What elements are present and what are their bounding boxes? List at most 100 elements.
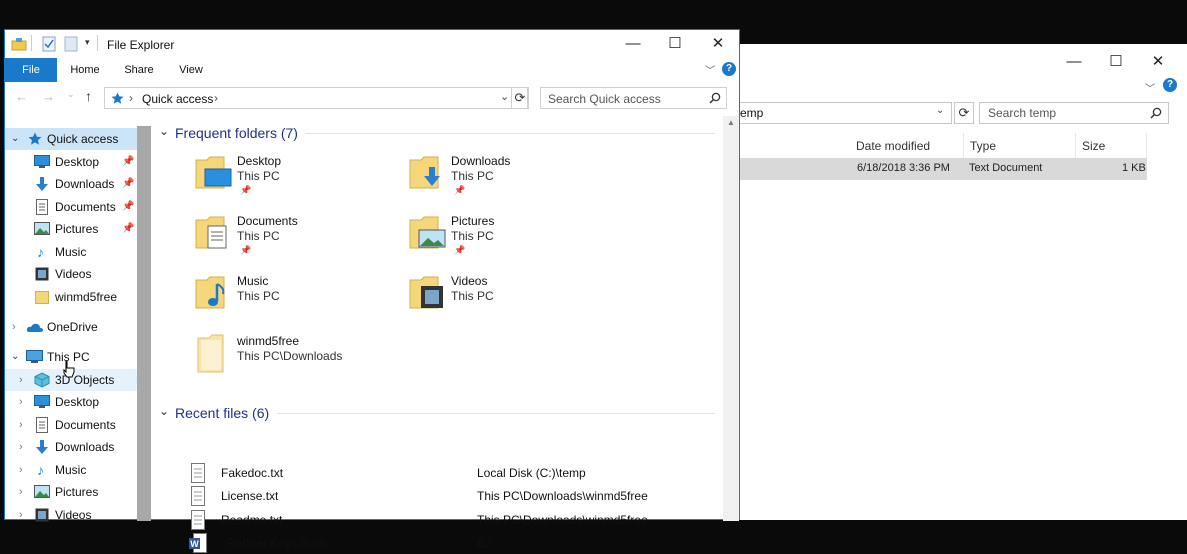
customize-toolbar-icon[interactable]: ▾: [85, 37, 90, 48]
folder-tile-downloads[interactable]: Downloads This PC 📌: [409, 154, 609, 212]
address-bar[interactable]: › Quick access › ⌄: [104, 87, 528, 109]
content-scrollbar[interactable]: ▲: [723, 116, 739, 521]
search-input[interactable]: Search Quick access: [540, 87, 727, 109]
folder-tile-documents[interactable]: Documents This PC 📌: [195, 214, 395, 272]
address-dropdown-icon[interactable]: ⌄: [500, 90, 509, 103]
background-minimize-button[interactable]: —: [1054, 50, 1094, 74]
background-refresh-button[interactable]: ⟳: [954, 102, 974, 124]
ribbon-tabs[interactable]: File Home Share View ﹀ ?: [5, 58, 739, 82]
title-bar[interactable]: ▾ File Explorer — ☐ ✕: [5, 30, 739, 58]
folder-tile-music[interactable]: Music This PC: [195, 274, 395, 332]
frequent-folders-header[interactable]: Frequent folders (7): [175, 125, 298, 141]
nav-item-music[interactable]: ♪ Music: [5, 241, 137, 263]
pane-splitter[interactable]: [137, 126, 151, 521]
back-arrow-icon[interactable]: ←: [15, 89, 28, 104]
downloads-icon: [36, 177, 48, 191]
nav-item-pc-pictures[interactable]: › Pictures: [5, 481, 137, 503]
nav-item-downloads[interactable]: Downloads 📌: [5, 173, 137, 195]
chevron-right-icon[interactable]: ›: [19, 459, 23, 481]
search-placeholder: Search Quick access: [548, 92, 661, 106]
background-address-dropdown-icon[interactable]: ⌄: [936, 105, 944, 116]
nav-item-winmd5free[interactable]: winmd5free: [5, 286, 137, 308]
breadcrumb-separator-icon[interactable]: ›: [129, 91, 133, 105]
collapse-recent-icon[interactable]: ⌄: [159, 404, 169, 418]
recent-file-row[interactable]: Readme.txt This PC\Downloads\winmd5free: [151, 509, 717, 531]
folder-tile-desktop[interactable]: Desktop This PC 📌: [195, 154, 395, 212]
content-area[interactable]: ⌄ Frequent folders (7) Desktop This PC 📌…: [151, 116, 717, 553]
chevron-down-icon[interactable]: ⌄: [11, 128, 19, 150]
recent-files-header[interactable]: Recent files (6): [175, 405, 269, 421]
file-row-selected[interactable]: 6/18/2018 3:36 PM Text Document 1 KB: [740, 158, 1147, 180]
folder-tile-pictures[interactable]: Pictures This PC 📌: [409, 214, 609, 272]
navigation-bar[interactable]: ← → ⌄ ↑ › Quick access › ⌄ ⟳ Search Quic…: [5, 82, 739, 116]
nav-item-pictures[interactable]: Pictures 📌: [5, 218, 137, 240]
tab-home[interactable]: Home: [63, 58, 107, 82]
chevron-right-icon[interactable]: ›: [19, 414, 23, 436]
pin-icon[interactable]: 📌: [122, 196, 134, 218]
chevron-right-icon[interactable]: ›: [19, 391, 23, 413]
documents-icon: [36, 417, 48, 433]
chevron-right-icon[interactable]: ›: [19, 504, 23, 526]
background-help-icon[interactable]: ?: [1163, 78, 1177, 92]
background-close-button[interactable]: ✕: [1138, 50, 1178, 74]
recent-file-row[interactable]: Fakedoc.txt Local Disk (C:)\temp: [151, 462, 717, 484]
forward-arrow-icon[interactable]: →: [42, 89, 55, 104]
properties-icon[interactable]: [42, 36, 56, 52]
minimize-button[interactable]: —: [611, 30, 655, 58]
column-header-type[interactable]: Type: [964, 133, 1076, 159]
recent-file-row[interactable]: W _Partner Keys.docx E:\: [151, 532, 717, 554]
nav-item-pc-downloads[interactable]: › Downloads: [5, 436, 137, 458]
new-folder-icon[interactable]: [64, 36, 78, 52]
help-icon[interactable]: ?: [722, 62, 736, 76]
background-maximize-button[interactable]: ☐: [1096, 50, 1136, 74]
folder-location: This PC: [237, 289, 280, 303]
tab-share[interactable]: Share: [117, 58, 161, 82]
close-button[interactable]: ✕: [696, 30, 740, 58]
nav-item-videos[interactable]: Videos: [5, 263, 137, 285]
navigation-pane[interactable]: ⌄ Quick access Desktop 📌 Downloads 📌 Doc…: [5, 126, 137, 522]
collapse-frequent-icon[interactable]: ⌄: [159, 124, 169, 138]
music-icon: ♪: [37, 244, 44, 260]
nav-item-documents[interactable]: Documents 📌: [5, 196, 137, 218]
chevron-right-icon[interactable]: ›: [19, 369, 23, 391]
pin-icon[interactable]: 📌: [122, 151, 134, 173]
nav-item-onedrive[interactable]: › OneDrive: [5, 316, 137, 338]
recent-file-row[interactable]: License.txt This PC\Downloads\winmd5free: [151, 485, 717, 507]
background-search-input[interactable]: Search temp: [979, 102, 1169, 124]
column-header-date-modified[interactable]: Date modified: [850, 133, 964, 159]
nav-item-desktop[interactable]: Desktop 📌: [5, 151, 137, 173]
background-ribbon-expand-icon[interactable]: ﹀: [1145, 80, 1155, 95]
address-star-icon: [111, 92, 124, 104]
breadcrumb-separator-icon-2[interactable]: ›: [214, 91, 218, 105]
chevron-right-icon[interactable]: ›: [19, 481, 23, 503]
tab-file[interactable]: File: [5, 58, 57, 82]
background-window[interactable]: — ☐ ✕ ﹀ ? emp ⌄ ⟳ Search temp Date modif…: [740, 44, 1187, 520]
chevron-right-icon[interactable]: ›: [12, 316, 16, 338]
nav-item-quick-access[interactable]: ⌄ Quick access: [5, 128, 137, 150]
background-window-titlebar[interactable]: — ☐ ✕: [740, 44, 1187, 80]
breadcrumb-quick-access[interactable]: Quick access: [142, 92, 213, 106]
folder-tile-winmd5free[interactable]: winmd5free This PC\Downloads: [195, 334, 395, 392]
videos-folder-icon: [409, 276, 443, 309]
scroll-up-icon[interactable]: ▲: [727, 118, 735, 127]
tab-view[interactable]: View: [169, 58, 213, 82]
folder-tile-videos[interactable]: Videos This PC: [409, 274, 609, 332]
nav-item-pc-music[interactable]: › ♪ Music: [5, 459, 137, 481]
pin-icon[interactable]: 📌: [122, 173, 134, 195]
recent-locations-icon[interactable]: ⌄: [67, 89, 75, 100]
pin-icon[interactable]: 📌: [122, 218, 134, 240]
file-explorer-window[interactable]: ▾ File Explorer — ☐ ✕ File Home Share Vi…: [4, 29, 740, 553]
nav-item-pc-desktop[interactable]: › Desktop: [5, 391, 137, 413]
column-header-size[interactable]: Size: [1076, 133, 1147, 159]
nav-item-pc-videos[interactable]: › Videos: [5, 504, 137, 526]
nav-item-pc-documents[interactable]: › Documents: [5, 414, 137, 436]
chevron-right-icon[interactable]: ›: [19, 436, 23, 458]
background-address-bar[interactable]: emp ⌄: [740, 102, 952, 124]
ribbon-expand-icon[interactable]: ﹀: [705, 62, 715, 77]
folder-name: Desktop: [237, 154, 282, 168]
chevron-down-icon[interactable]: ⌄: [11, 346, 19, 368]
refresh-button[interactable]: ⟳: [511, 87, 529, 109]
up-arrow-icon[interactable]: ↑: [85, 88, 92, 104]
music-icon: ♪: [37, 462, 44, 478]
maximize-button[interactable]: ☐: [653, 30, 697, 58]
